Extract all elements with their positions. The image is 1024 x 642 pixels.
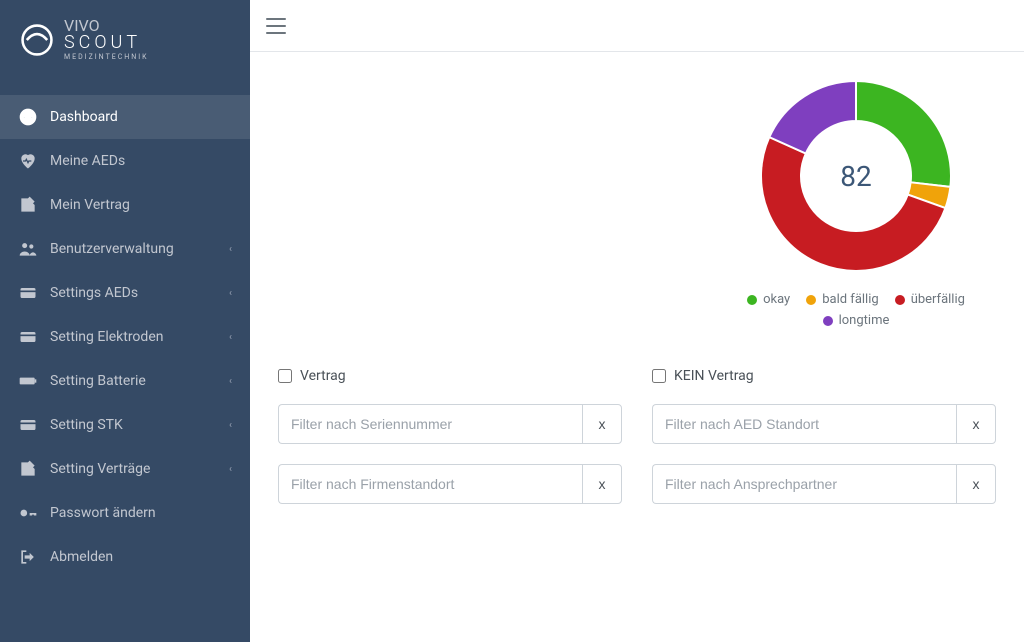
sidebar-item-label: Meine AEDs (50, 153, 232, 169)
sidebar-item-mein-vertrag[interactable]: Mein Vertrag (0, 183, 250, 227)
hamburger-icon[interactable] (266, 18, 286, 34)
filter-seriennummer-input[interactable] (278, 404, 582, 444)
brand-title2: SCOUT (64, 34, 149, 52)
filter-ansprechpartner: x (652, 464, 996, 504)
filter-firmenstandort: x (278, 464, 622, 504)
chevron-left-icon: ‹ (229, 244, 232, 255)
sidebar-item-label: Setting Batterie (50, 373, 229, 389)
sidebar-item-setting-stk[interactable]: Setting STK‹ (0, 403, 250, 447)
checkbox-vertrag-label: Vertrag (300, 368, 346, 384)
sidebar: VIVO SCOUT MEDIZINTECHNIK Dashboard Meine… (0, 0, 250, 642)
filter-aed-standort-input[interactable] (652, 404, 956, 444)
filter-seriennummer: x (278, 404, 622, 444)
sidebar-item-label: Setting STK (50, 417, 229, 433)
checkbox-kein-vertrag[interactable]: KEIN Vertrag (652, 368, 996, 384)
sidebar-item-setting-elektroden[interactable]: Setting Elektroden‹ (0, 315, 250, 359)
card-icon (18, 327, 38, 347)
sidebar-nav: Dashboard Meine AEDs Mein Vertrag Benutzerv… (0, 95, 250, 579)
sidebar-item-label: Abmelden (50, 549, 232, 565)
filter-ansprechpartner-input[interactable] (652, 464, 956, 504)
brand-logo: VIVO SCOUT MEDIZINTECHNIK (0, 0, 250, 75)
sidebar-item-meine-aeds[interactable]: Meine AEDs (0, 139, 250, 183)
legend-item-überfällig[interactable]: überfällig (895, 292, 965, 307)
legend-item-okay[interactable]: okay (747, 292, 790, 307)
sidebar-item-settings-aeds[interactable]: Settings AEDs‹ (0, 271, 250, 315)
legend-label: okay (763, 292, 790, 307)
sidebar-item-passwort-ändern[interactable]: Passwort ändern (0, 491, 250, 535)
key-icon (18, 503, 38, 523)
chevron-left-icon: ‹ (229, 376, 232, 387)
heart-icon (18, 151, 38, 171)
sidebar-item-abmelden[interactable]: Abmelden (0, 535, 250, 579)
legend-item-longtime[interactable]: longtime (823, 313, 890, 328)
legend-label: longtime (839, 313, 890, 328)
sidebar-item-label: Benutzerverwaltung (50, 241, 229, 257)
logout-icon (18, 547, 38, 567)
sidebar-item-setting-verträge[interactable]: Setting Verträge‹ (0, 447, 250, 491)
sidebar-item-label: Dashboard (50, 109, 232, 125)
donut-center-value: 82 (756, 76, 956, 276)
card-icon (18, 283, 38, 303)
legend-dot-icon (895, 295, 905, 305)
content: 82 okay bald fällig überfällig longtime Ver… (250, 52, 1024, 642)
filter-aed-standort: x (652, 404, 996, 444)
checkbox-kein-vertrag-label: KEIN Vertrag (674, 368, 754, 384)
topbar (250, 0, 1024, 52)
legend-dot-icon (806, 295, 816, 305)
chart-legend: okay bald fällig überfällig longtime (716, 292, 996, 328)
main-area: 82 okay bald fällig überfällig longtime Ver… (250, 0, 1024, 642)
sidebar-item-label: Setting Verträge (50, 461, 229, 477)
sidebar-item-label: Mein Vertrag (50, 197, 232, 213)
document-edit-icon (18, 459, 38, 479)
brand-subtitle: MEDIZINTECHNIK (64, 54, 149, 61)
filter-ansprechpartner-clear[interactable]: x (956, 464, 996, 504)
sidebar-item-dashboard[interactable]: Dashboard (0, 95, 250, 139)
chevron-left-icon: ‹ (229, 420, 232, 431)
chevron-left-icon: ‹ (229, 464, 232, 475)
filter-firmenstandort-input[interactable] (278, 464, 582, 504)
legend-dot-icon (747, 295, 757, 305)
sidebar-item-benutzerverwaltung[interactable]: Benutzerverwaltung‹ (0, 227, 250, 271)
donut-chart: 82 okay bald fällig überfällig longtime (716, 76, 996, 328)
legend-item-bald-fällig[interactable]: bald fällig (806, 292, 878, 307)
sidebar-item-setting-batterie[interactable]: Setting Batterie‹ (0, 359, 250, 403)
card-icon (18, 415, 38, 435)
sidebar-item-label: Settings AEDs (50, 285, 229, 301)
checkbox-vertrag[interactable]: Vertrag (278, 368, 622, 384)
legend-dot-icon (823, 316, 833, 326)
chevron-left-icon: ‹ (229, 288, 232, 299)
checkbox-kein-vertrag-input[interactable] (652, 369, 666, 383)
users-icon (18, 239, 38, 259)
chart-zone: 82 okay bald fällig überfällig longtime (278, 76, 996, 328)
chevron-left-icon: ‹ (229, 332, 232, 343)
legend-label: bald fällig (822, 292, 878, 307)
logo-icon (20, 23, 54, 57)
sidebar-item-label: Setting Elektroden (50, 329, 229, 345)
filter-aed-standort-clear[interactable]: x (956, 404, 996, 444)
sidebar-item-label: Passwort ändern (50, 505, 232, 521)
filter-seriennummer-clear[interactable]: x (582, 404, 622, 444)
filters: Vertrag KEIN Vertrag x x x (278, 368, 996, 504)
legend-label: überfällig (911, 292, 965, 307)
battery-icon (18, 371, 38, 391)
checkbox-vertrag-input[interactable] (278, 369, 292, 383)
filter-firmenstandort-clear[interactable]: x (582, 464, 622, 504)
document-edit-icon (18, 195, 38, 215)
dashboard-icon (18, 107, 38, 127)
